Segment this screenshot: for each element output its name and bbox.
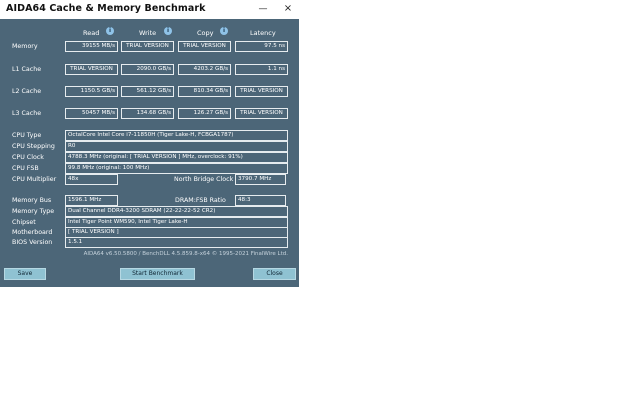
start-benchmark-button[interactable]: Start Benchmark xyxy=(120,268,195,280)
l3-latency-value: TRIAL VERSION xyxy=(235,108,288,119)
cpu-multiplier-value: 48x xyxy=(65,174,118,185)
dram-fsb-ratio-label: DRAM:FSB Ratio xyxy=(175,197,226,204)
memory-bus-value: 1596.1 MHz xyxy=(65,195,118,206)
memory-write-value: TRIAL VERSION xyxy=(121,41,174,52)
column-copy: Copy xyxy=(197,29,214,37)
l1-latency-value: 1.1 ns xyxy=(235,64,288,75)
l1-read-value: TRIAL VERSION xyxy=(65,64,118,75)
memory-bus-label: Memory Bus xyxy=(12,197,52,204)
chipset-label: Chipset xyxy=(12,219,36,226)
column-read: Read xyxy=(83,29,100,37)
info-icon-copy[interactable]: i xyxy=(220,27,228,35)
cpu-stepping-label: CPU Stepping xyxy=(12,143,55,150)
column-write: Write xyxy=(139,29,157,37)
memory-latency-value: 97.5 ns xyxy=(235,41,288,52)
column-latency: Latency xyxy=(250,29,276,37)
l2-latency-value: TRIAL VERSION xyxy=(235,86,288,97)
memory-copy-value: TRIAL VERSION xyxy=(178,41,231,52)
benchmark-window: AIDA64 Cache & Memory Benchmark — × Read… xyxy=(0,0,299,287)
dram-fsb-ratio-value: 48:3 xyxy=(235,195,286,206)
cpu-clock-value: 4788.3 MHz (original: [ TRIAL VERSION ] … xyxy=(65,152,288,163)
motherboard-label: Motherboard xyxy=(12,229,53,236)
memory-type-value: Dual Channel DDR4-3200 SDRAM (22-22-22-5… xyxy=(65,206,288,217)
cpu-clock-label: CPU Clock xyxy=(12,154,44,161)
l2-write-value: 561.12 GB/s xyxy=(121,86,174,97)
info-icon-read[interactable]: i xyxy=(106,27,114,35)
l1-write-value: 2090.0 GB/s xyxy=(121,64,174,75)
cpu-type-value: OctalCore Intel Core i7-11850H (Tiger La… xyxy=(65,130,288,141)
row-label-l3: L3 Cache xyxy=(12,110,42,117)
cpu-fsb-value: 99.8 MHz (original: 100 MHz) xyxy=(65,163,288,174)
cpu-type-label: CPU Type xyxy=(12,132,42,139)
bios-version-label: BIOS Version xyxy=(12,239,53,246)
save-button[interactable]: Save xyxy=(4,268,46,280)
cpu-stepping-value: R0 xyxy=(65,141,288,152)
version-footer: AIDA64 v6.50.5800 / BenchDLL 4.5.859.8-x… xyxy=(83,251,288,257)
row-label-memory: Memory xyxy=(12,43,38,50)
row-label-l1: L1 Cache xyxy=(12,66,42,73)
bios-version-value: 1.5.1 xyxy=(65,237,288,248)
l2-copy-value: 810.34 GB/s xyxy=(178,86,231,97)
north-bridge-clock-label: North Bridge Clock xyxy=(174,176,234,183)
close-button[interactable]: Close xyxy=(253,268,296,280)
close-icon[interactable]: × xyxy=(276,0,300,19)
window-title: AIDA64 Cache & Memory Benchmark xyxy=(6,3,206,14)
memory-type-label: Memory Type xyxy=(12,208,55,215)
l2-read-value: 1150.5 GB/s xyxy=(65,86,118,97)
l3-copy-value: 126.27 GB/s xyxy=(178,108,231,119)
row-label-l2: L2 Cache xyxy=(12,88,42,95)
cpu-fsb-label: CPU FSB xyxy=(12,165,39,172)
minimize-icon[interactable]: — xyxy=(251,0,275,19)
cpu-multiplier-label: CPU Multiplier xyxy=(12,176,57,183)
l3-write-value: 134.68 GB/s xyxy=(121,108,174,119)
l1-copy-value: 4203.2 GB/s xyxy=(178,64,231,75)
l3-read-value: 50457 MB/s xyxy=(65,108,118,119)
title-bar: AIDA64 Cache & Memory Benchmark — × xyxy=(0,0,299,19)
info-icon-write[interactable]: i xyxy=(164,27,172,35)
north-bridge-clock-value: 3790.7 MHz xyxy=(235,174,286,185)
memory-read-value: 39155 MB/s xyxy=(65,41,118,52)
